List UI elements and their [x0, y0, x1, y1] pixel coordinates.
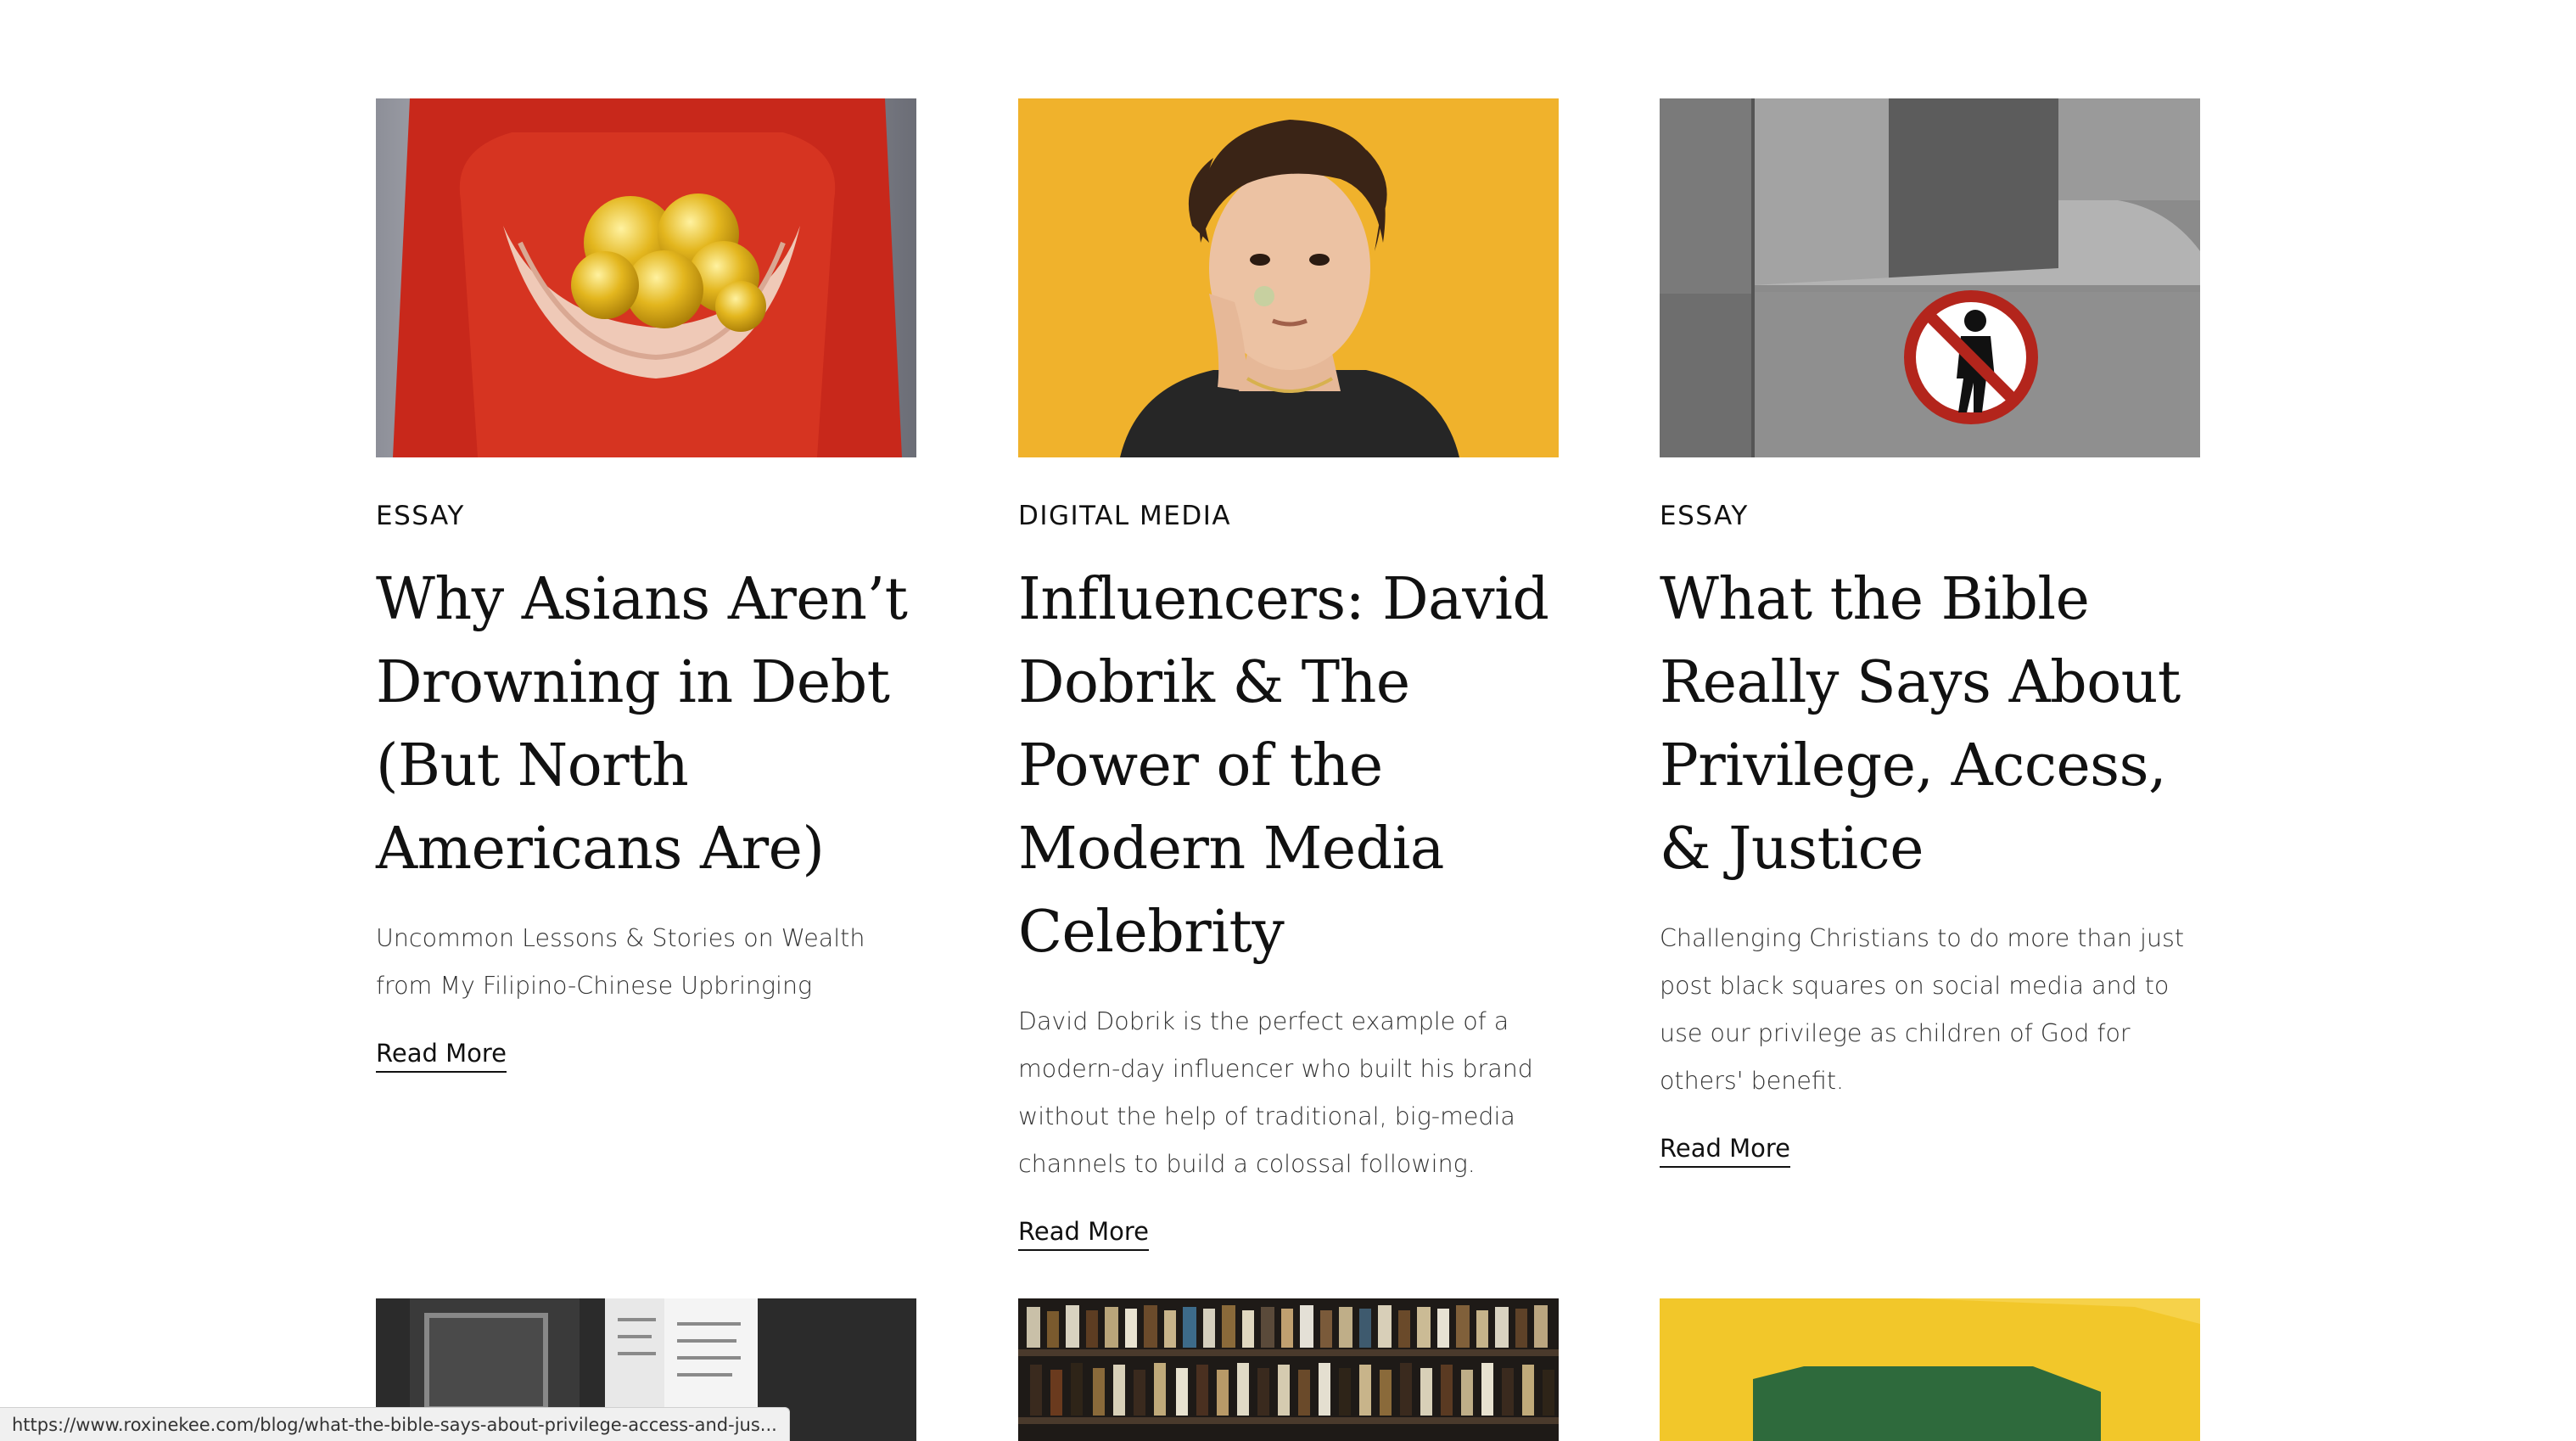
post-thumbnail-no-entry-sign[interactable] [1660, 98, 2200, 457]
portrait-image [1018, 98, 1559, 457]
blog-post-card: DIGITAL MEDIA Influencers: David Dobrik … [1018, 98, 1559, 1251]
blog-post-card: ESSAY Why Asians Aren’t Drowning in Debt… [376, 98, 916, 1073]
post-category: ESSAY [376, 501, 465, 531]
post-excerpt: Uncommon Lessons & Stories on Wealth fro… [376, 924, 865, 1000]
post-thumbnail-bottle-shelves[interactable] [1018, 1298, 1559, 1441]
bottle-shelves-image [1018, 1298, 1559, 1441]
concrete-wall-image [1660, 98, 2200, 457]
post-title[interactable]: What the Bible Really Says About Privile… [1660, 558, 2200, 891]
post-thumbnail-david-dobrik[interactable] [1018, 98, 1559, 457]
gold-coins-image [376, 98, 916, 457]
post-thumbnail-gold-coins[interactable] [376, 98, 916, 457]
post-title[interactable]: Why Asians Aren’t Drowning in Debt (But … [376, 558, 916, 891]
post-title[interactable]: Influencers: David Dobrik & The Power of… [1018, 558, 1559, 974]
read-more-link[interactable]: Read More [376, 1040, 507, 1073]
post-thumbnail-green-envelope[interactable] [1660, 1298, 2200, 1441]
post-excerpt: David Dobrik is the perfect example of a… [1018, 1007, 1533, 1178]
post-category: DIGITAL MEDIA [1018, 501, 1232, 531]
blog-page: ESSAY Why Asians Aren’t Drowning in Debt… [0, 0, 2576, 1441]
blog-post-card: ESSAY What the Bible Really Says About P… [1660, 98, 2200, 1168]
post-category: ESSAY [1660, 501, 1749, 531]
status-bar-url: https://www.roxinekee.com/blog/what-the-… [0, 1407, 790, 1441]
post-excerpt: Challenging Christians to do more than j… [1660, 924, 2185, 1095]
green-envelope-image [1660, 1298, 2200, 1441]
read-more-link[interactable]: Read More [1660, 1135, 1790, 1168]
read-more-link[interactable]: Read More [1018, 1218, 1149, 1251]
